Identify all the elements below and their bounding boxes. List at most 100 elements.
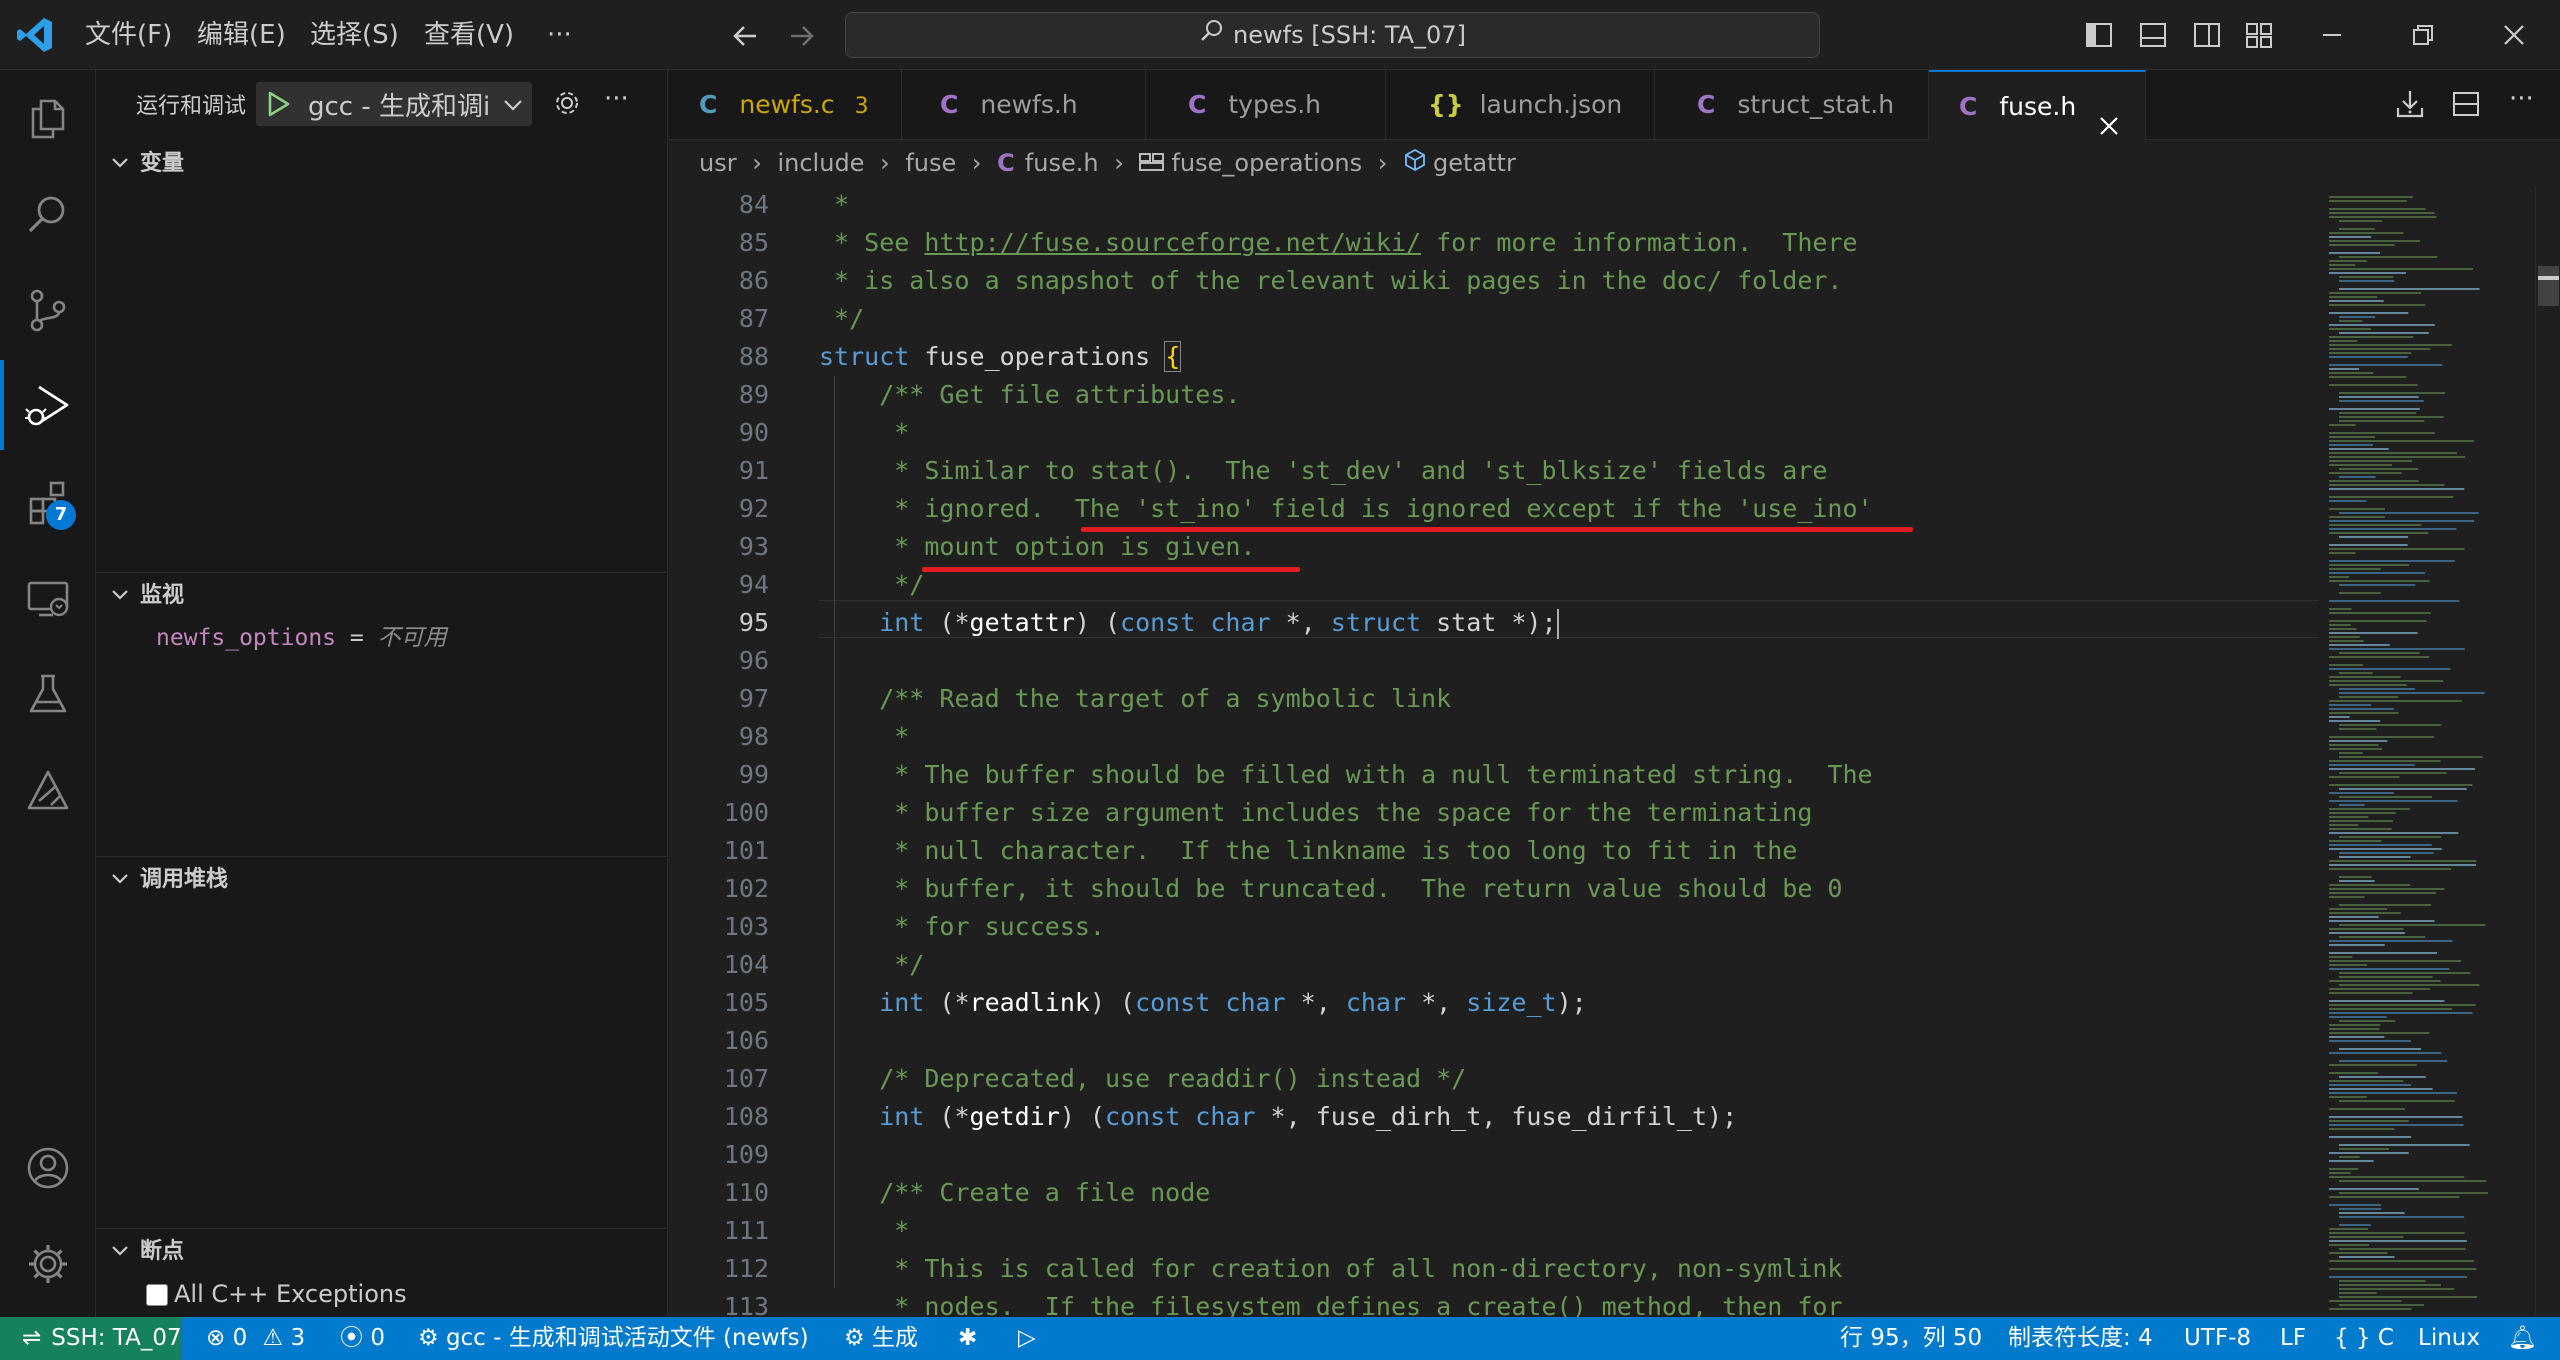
code-line: *	[819, 190, 850, 219]
line-number: 102	[723, 874, 769, 903]
breadcrumb-fuse-operations[interactable]: fuse_operations	[1171, 149, 1362, 177]
menu-view[interactable]: 查看(V)	[424, 0, 514, 70]
line-number: 103	[723, 912, 769, 941]
watch-item[interactable]: newfs_options = 不可用	[156, 618, 447, 658]
split-editor-icon[interactable]	[2450, 88, 2482, 124]
c-file-icon: C	[699, 90, 718, 119]
open-changes-icon[interactable]	[2394, 88, 2426, 124]
more-actions-icon[interactable]: ···	[604, 84, 629, 114]
toggle-secondary-sidebar-icon[interactable]	[2192, 20, 2222, 50]
tab-types-h[interactable]: Ctypes.h	[1146, 70, 1386, 140]
code-line: * for success.	[819, 912, 1105, 941]
run-debug-title: 运行和调试	[136, 94, 247, 119]
wiki-link[interactable]: http://fuse.sourceforge.net/wiki/	[924, 228, 1421, 257]
source-control-icon[interactable]	[0, 262, 96, 358]
tab-launch-json[interactable]: {} launch.json	[1386, 70, 1655, 140]
code-line: *	[819, 418, 910, 447]
tab-struct-stat-h[interactable]: Cstruct_stat.h	[1655, 70, 1929, 140]
menu-selection[interactable]: 选择(S)	[310, 0, 399, 70]
restore-button[interactable]	[2383, 0, 2463, 70]
code-line: *	[819, 1216, 910, 1245]
breakpoint-item[interactable]: All C++ Exceptions	[146, 1274, 407, 1314]
minimize-button[interactable]	[2292, 0, 2372, 70]
line-number: 104	[723, 950, 769, 979]
code-line: /** Read the target of a symbolic link	[819, 684, 1452, 713]
indentation[interactable]: 制表符长度: 4	[2008, 1317, 2153, 1360]
breadcrumb-fuse[interactable]: fuse	[905, 149, 956, 177]
line-number: 85	[738, 228, 769, 257]
debug-config-select[interactable]: gcc - 生成和调i	[256, 82, 532, 126]
encoding[interactable]: UTF-8	[2184, 1317, 2251, 1360]
explorer-icon[interactable]	[0, 70, 96, 166]
remote-explorer-icon[interactable]	[0, 550, 96, 646]
scrollbar-thumb[interactable]	[2538, 266, 2559, 306]
code-line: /** Get file attributes.	[819, 380, 1241, 409]
line-number: 91	[738, 456, 769, 485]
debug-config-status[interactable]: ⚙ gcc - 生成和调试活动文件 (newfs)	[418, 1317, 809, 1360]
tab-fuse-h[interactable]: Cfuse.h	[1929, 70, 2146, 141]
accounts-icon[interactable]	[0, 1120, 96, 1216]
ports-indicator[interactable]: ⦿ 0	[340, 1317, 385, 1360]
line-number: 98	[738, 722, 769, 751]
field-icon	[1403, 141, 1427, 187]
menu-file[interactable]: 文件(F)	[85, 0, 172, 70]
c-file-icon: C	[997, 149, 1015, 177]
menu-more[interactable]: ···	[547, 0, 572, 70]
line-number: 100	[723, 798, 769, 827]
problems-indicator[interactable]: ⊗ 0 ⚠ 3	[206, 1317, 305, 1360]
vertical-scrollbar[interactable]	[2535, 186, 2560, 1317]
build-button[interactable]: ⚙ 生成	[844, 1317, 918, 1360]
debug-settings-gear-icon[interactable]	[552, 88, 582, 122]
minimap[interactable]	[2325, 186, 2535, 1317]
notifications-bell-icon[interactable]: 🔔︎	[2508, 1317, 2537, 1360]
variables-section-header[interactable]: 变量	[96, 142, 668, 186]
breakpoint-checkbox[interactable]	[146, 1284, 168, 1306]
breadcrumb-fuse-h[interactable]: fuse.h	[1025, 149, 1099, 177]
callstack-section-header[interactable]: 调用堆栈	[96, 858, 668, 902]
end-of-line[interactable]: LF	[2280, 1317, 2306, 1360]
close-window-button[interactable]	[2474, 0, 2554, 70]
c-file-icon: C	[1697, 90, 1716, 119]
menu-edit[interactable]: 编辑(E)	[197, 0, 286, 70]
settings-gear-icon[interactable]	[0, 1216, 96, 1312]
start-debug-icon[interactable]	[264, 90, 292, 122]
line-number: 99	[738, 760, 769, 789]
deploy-tool-icon[interactable]	[0, 742, 96, 838]
watch-section-header[interactable]: 监视	[96, 574, 668, 618]
language-mode[interactable]: { } C	[2334, 1317, 2394, 1360]
cursor-position[interactable]: 行 95，列 50	[1840, 1317, 1982, 1360]
vscode-logo-icon	[16, 16, 54, 54]
line-number: 89	[738, 380, 769, 409]
nav-forward-icon[interactable]	[785, 20, 817, 52]
extensions-icon[interactable]	[0, 454, 96, 550]
run-debug-icon[interactable]	[0, 358, 96, 454]
run-play-icon[interactable]: ▷	[1018, 1317, 1036, 1360]
breadcrumb-usr[interactable]: usr	[699, 149, 737, 177]
activity-bar: 7	[0, 70, 96, 1317]
breakpoints-section-header[interactable]: 断点	[96, 1230, 668, 1274]
code-line: * mount option is given.	[819, 532, 1256, 561]
line-number: 93	[738, 532, 769, 561]
line-number: 107	[723, 1064, 769, 1093]
line-number: 88	[738, 342, 769, 371]
debug-sidebar: 运行和调试 gcc - 生成和调i ··· 变量 监视 newfs_option…	[96, 70, 668, 1317]
breadcrumb-getattr[interactable]: getattr	[1433, 149, 1516, 177]
command-center-search[interactable]: newfs [SSH: TA_07]	[845, 12, 1820, 58]
tab-newfs-h[interactable]: Cnewfs.h	[902, 70, 1146, 140]
tab-newfs-c[interactable]: Cnewfs.c 3	[669, 70, 902, 140]
breadcrumb-include[interactable]: include	[777, 149, 864, 177]
remote-indicator[interactable]: ⇌ SSH: TA_07	[0, 1317, 182, 1360]
code-line: * null character. If the linkname is too…	[819, 836, 1798, 865]
debug-bug-icon[interactable]: ✱	[958, 1317, 977, 1360]
customize-layout-icon[interactable]	[2244, 20, 2274, 50]
nav-back-icon[interactable]	[730, 20, 762, 52]
code-editor[interactable]: 84 85 86 87 88 89 90 91 92 93 94 95 96 97 98 99 100 101 10…	[669, 186, 2560, 1317]
toggle-primary-sidebar-icon[interactable]	[2084, 20, 2114, 50]
more-actions-icon[interactable]: ···	[2509, 84, 2534, 114]
line-number: 90	[738, 418, 769, 447]
platform[interactable]: Linux	[2418, 1317, 2480, 1360]
testing-flask-icon[interactable]	[0, 646, 96, 742]
toggle-panel-icon[interactable]	[2138, 20, 2168, 50]
search-view-icon[interactable]	[0, 166, 96, 262]
status-bar: ⇌ SSH: TA_07 ⊗ 0 ⚠ 3 ⦿ 0 ⚙ gcc - 生成和调试活动文…	[0, 1317, 2560, 1360]
